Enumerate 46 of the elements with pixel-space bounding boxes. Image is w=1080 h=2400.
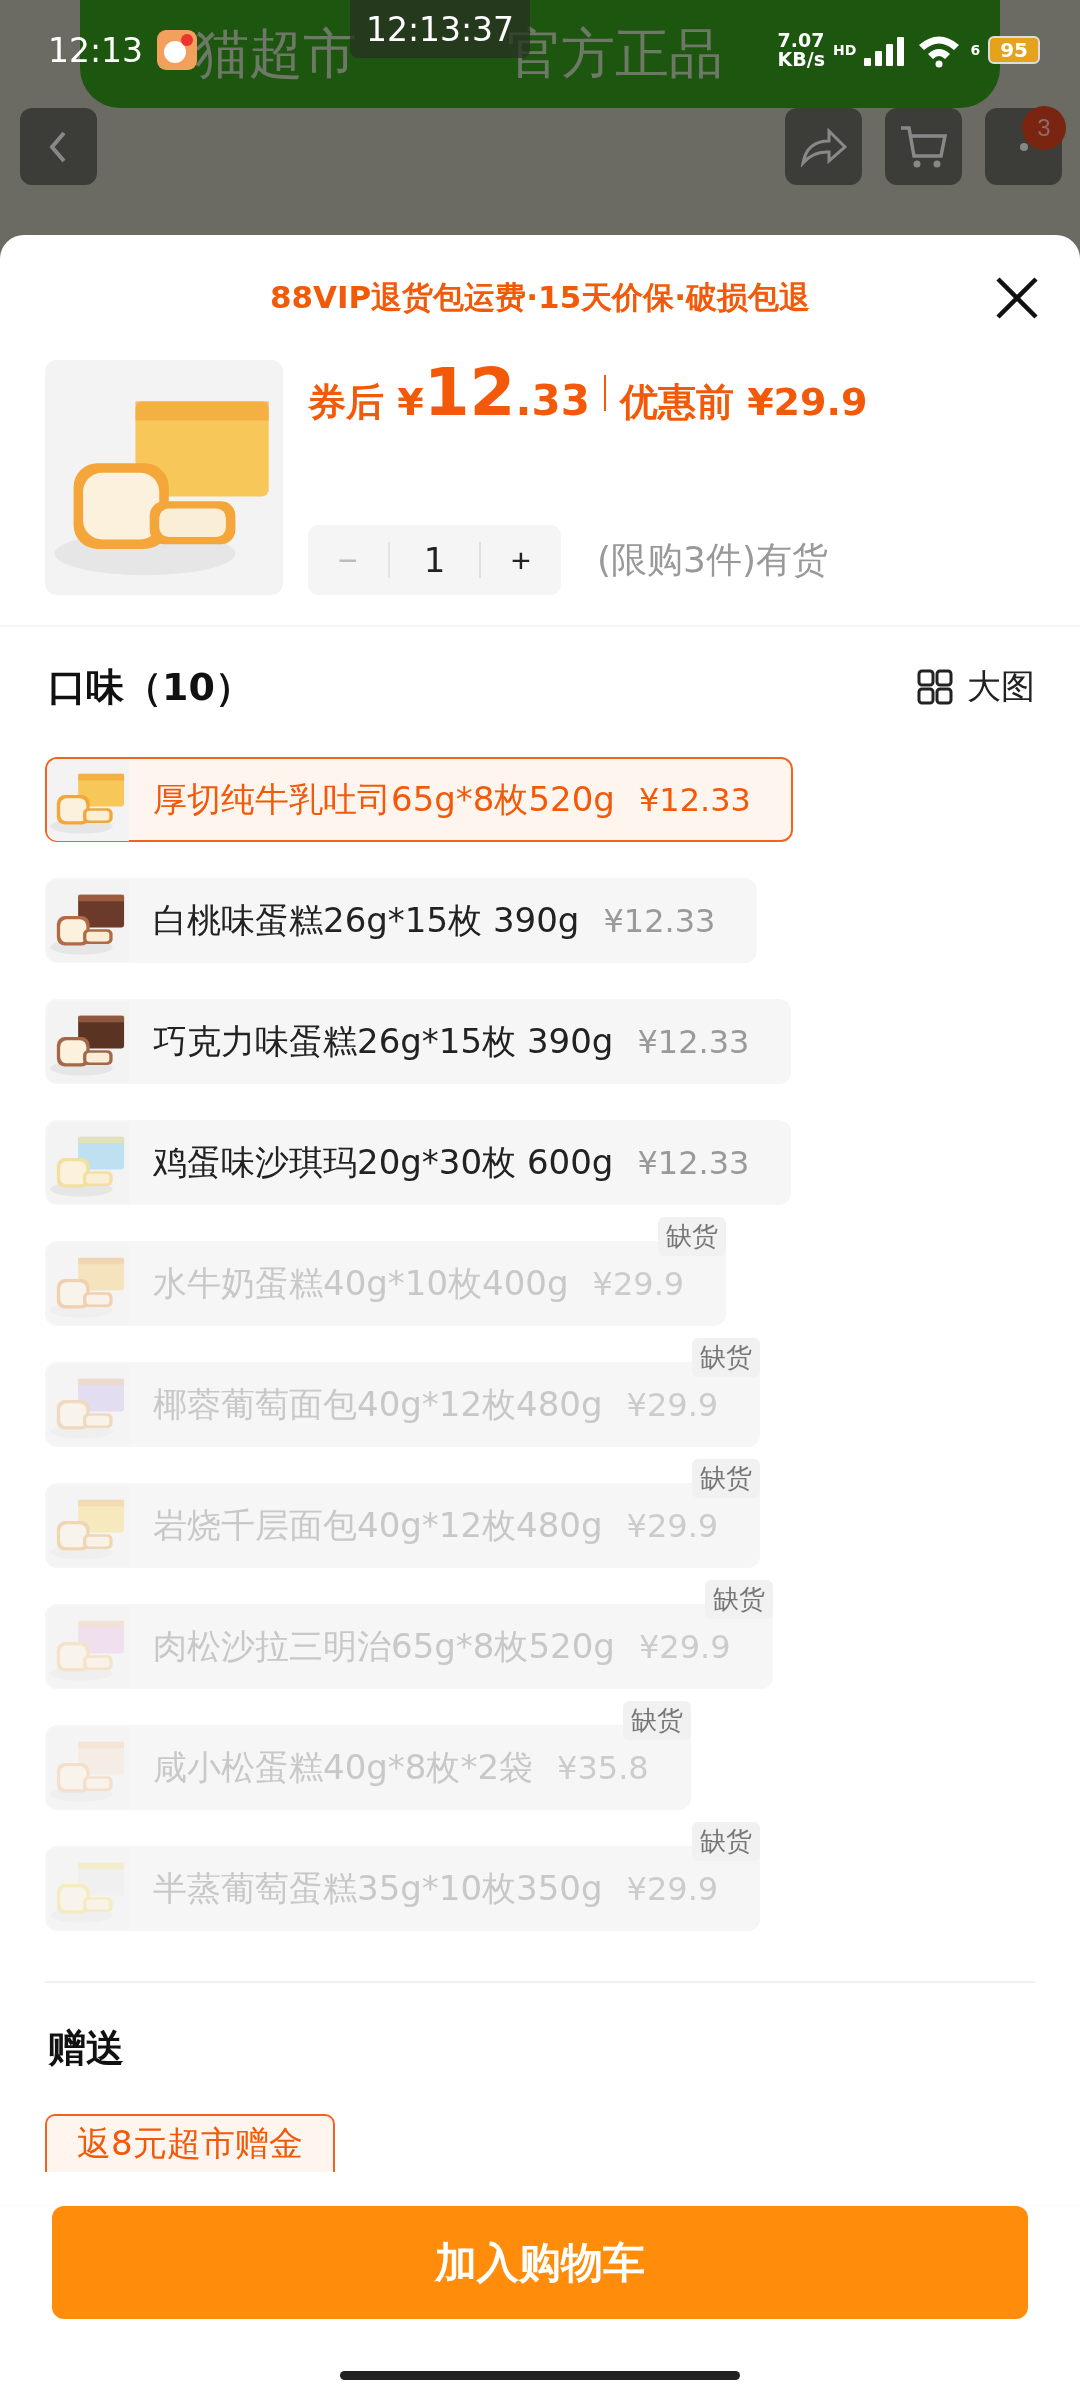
cart-button[interactable] [885, 108, 962, 185]
large-view-toggle[interactable]: 大图 [917, 664, 1035, 710]
app-icon [157, 30, 198, 70]
out-of-stock-badge: 缺货 [704, 1580, 773, 1619]
out-of-stock-badge: 缺货 [692, 1338, 761, 1377]
variant-price: ¥12.33 [637, 1143, 750, 1182]
network-label: HD [833, 42, 857, 58]
out-of-stock-badge: 缺货 [692, 1822, 761, 1861]
battery-level: 95 [988, 36, 1040, 64]
section-title: 口味（10） [48, 663, 253, 711]
out-of-stock-badge: 缺货 [622, 1701, 691, 1740]
back-button[interactable] [20, 108, 97, 185]
more-icon [1018, 141, 1029, 152]
gift-title: 赠送 [48, 2025, 125, 2072]
variant-option[interactable]: 厚切纯牛乳吐司65g*8枚520g ¥12.33 [45, 757, 793, 842]
variant-option[interactable]: 巧克力味蛋糕26g*15枚 390g ¥12.33 [45, 999, 792, 1084]
price-decimal: .33 [515, 376, 590, 425]
stock-note: (限购3件)有货 [597, 537, 828, 582]
grid-icon [917, 669, 953, 705]
status-time: 12:13 [48, 30, 144, 70]
variant-price: ¥12.33 [637, 1022, 750, 1061]
gift-tag: 返8元超市赠金 [45, 2114, 335, 2172]
service-note: 88VIP退货包运费·15天价保·破损包退 [269, 277, 811, 317]
price-integer: 12 [423, 354, 516, 431]
share-icon [798, 126, 849, 167]
variant-name: 白桃味蛋糕26g*15枚 390g [153, 898, 580, 942]
variant-price: ¥12.33 [603, 901, 716, 940]
speed-unit: KB/s [777, 50, 826, 69]
network-generation: 6 [970, 42, 981, 58]
variant-name: 巧克力味蛋糕26g*15枚 390g [153, 1019, 614, 1063]
quantity-value[interactable]: 1 [388, 542, 481, 578]
out-of-stock-badge: 缺货 [692, 1459, 761, 1498]
share-button[interactable] [785, 108, 862, 185]
variant-name: 厚切纯牛乳吐司65g*8枚520g [153, 777, 615, 821]
cart-icon [898, 123, 949, 170]
out-of-stock-badge: 缺货 [658, 1217, 727, 1256]
price-label: 券后 ¥ [308, 379, 424, 426]
add-to-cart-button[interactable]: 加入购物车 [52, 2206, 1028, 2319]
variant-price: ¥12.33 [638, 780, 751, 819]
original-price: 优惠前 ¥29.9 [619, 379, 868, 426]
increase-button[interactable]: + [481, 525, 561, 595]
cart-count-badge: 3 [1022, 106, 1066, 150]
network-speed: 7.07 [777, 31, 826, 50]
variant-option[interactable]: 鸡蛋味沙琪玛20g*30枚 600g ¥12.33 [45, 1120, 792, 1205]
variant-name: 鸡蛋味沙琪玛20g*30枚 600g [153, 1140, 614, 1184]
variant-option[interactable]: 白桃味蛋糕26g*15枚 390g ¥12.33 [45, 878, 758, 963]
